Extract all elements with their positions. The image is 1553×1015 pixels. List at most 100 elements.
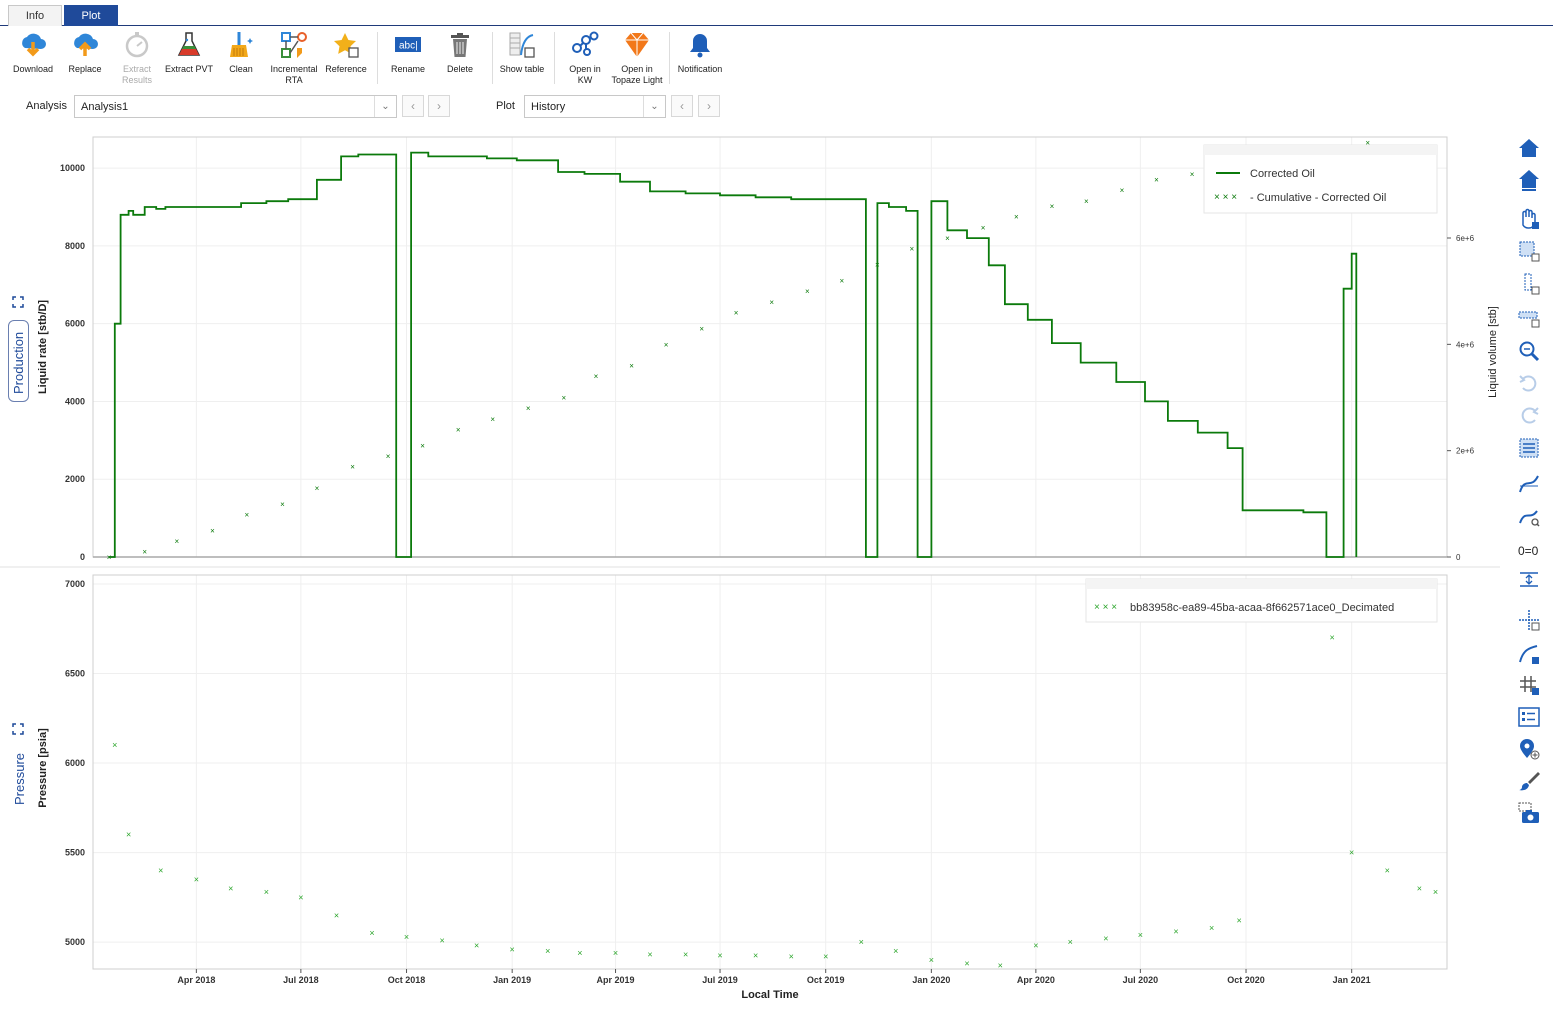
cumulative-point: ×	[456, 425, 461, 434]
show-table-button[interactable]: Show table	[492, 28, 552, 88]
bell-icon	[685, 30, 715, 60]
pressure-point: ×	[964, 959, 969, 969]
rename-button[interactable]: abc| Rename	[378, 28, 438, 88]
stopwatch-icon	[122, 30, 152, 60]
magnifier-icon	[1519, 341, 1540, 362]
analysis-prev-button[interactable]: ‹	[402, 95, 424, 117]
align-axes-button[interactable]	[1515, 566, 1543, 594]
extract-results-button[interactable]: Extract Results	[107, 28, 167, 88]
select-rows-icon	[1519, 438, 1539, 458]
gem-icon	[622, 30, 652, 60]
cumulative-oil-series: ×××××××××××××××××××××××××××××××××××××	[107, 138, 1371, 562]
open-in-kw-button[interactable]: Open in KW	[555, 28, 615, 88]
pressure-point: ×	[859, 937, 864, 947]
pressure-y-tick-label: 6500	[65, 669, 85, 679]
x-tick-label: Jul 2019	[702, 975, 738, 985]
production-y-axis-label: Liquid rate [stb/D]	[37, 300, 49, 394]
x-zoom-button[interactable]	[1515, 303, 1543, 331]
replace-button[interactable]: Replace	[55, 28, 115, 88]
pressure-point: ×	[510, 944, 515, 954]
cumulative-point: ×	[1190, 170, 1195, 179]
curve-search-button[interactable]	[1515, 503, 1543, 531]
undo-button[interactable]	[1515, 369, 1543, 397]
chevron-down-icon[interactable]: ⌄	[374, 96, 396, 117]
cumulative-point: ×	[805, 287, 810, 296]
star-icon	[331, 30, 361, 60]
pressure-y-tick-label: 5500	[65, 848, 85, 858]
tab-info[interactable]: Info	[8, 5, 62, 26]
chevron-left-icon: ‹	[680, 99, 684, 113]
x-tick-label: Jan 2019	[493, 975, 531, 985]
rename-icon: abc|	[393, 30, 423, 60]
pressure-point: ×	[613, 948, 618, 958]
cumulative-point: ×	[142, 548, 147, 557]
cumulative-point: ×	[1014, 213, 1019, 222]
x-axis-label: Local Time	[741, 989, 798, 1001]
pressure-point: ×	[1237, 916, 1242, 926]
redo-icon	[1521, 407, 1539, 424]
analysis-value: Analysis1	[81, 100, 129, 113]
home-all-button[interactable]	[1515, 166, 1543, 194]
box-zoom-button[interactable]	[1515, 237, 1543, 265]
snapshot-button[interactable]	[1515, 799, 1543, 827]
notification-button[interactable]: Notification	[670, 28, 730, 88]
plot-combobox[interactable]: History ⌄	[524, 95, 666, 118]
analysis-label: Analysis	[26, 100, 67, 112]
cumulative-point: ×	[526, 404, 531, 413]
production-y2-tick-label: 0	[1456, 553, 1461, 562]
style-brush-button[interactable]	[1515, 767, 1543, 795]
x-tick-label: Jan 2020	[912, 975, 950, 985]
reset-offset-button[interactable]: 0=0	[1515, 536, 1543, 564]
y-zoom-button[interactable]	[1515, 270, 1543, 298]
chevron-right-icon: ›	[707, 99, 711, 113]
extract-pvt-button[interactable]: Extract PVT	[159, 28, 219, 88]
production-y2-ticks: 0 2e+6 4e+6 6e+6	[1447, 234, 1475, 562]
molecule-icon	[570, 30, 600, 60]
undo-icon	[1519, 375, 1537, 392]
x-tick-label: Oct 2020	[1227, 975, 1265, 985]
curve-tool-button[interactable]	[1515, 470, 1543, 498]
flask-icon	[174, 30, 204, 60]
production-y-tick-label: 10000	[60, 163, 85, 173]
tab-plot[interactable]: Plot	[64, 5, 118, 26]
cumulative-point: ×	[839, 277, 844, 286]
legend-toggle-button[interactable]	[1515, 703, 1543, 731]
open-in-topaze-button[interactable]: Open in Topaze Light	[607, 28, 667, 88]
chevron-down-icon[interactable]: ⌄	[643, 96, 665, 117]
x-tick-label: Apr 2018	[177, 975, 215, 985]
zoom-button[interactable]	[1515, 337, 1543, 365]
reference-button[interactable]: Reference	[316, 28, 376, 88]
plot-label: Plot	[496, 100, 515, 112]
pan-button[interactable]	[1515, 205, 1543, 233]
plot-prev-button[interactable]: ‹	[671, 95, 693, 117]
locate-button[interactable]	[1515, 735, 1543, 763]
cumulative-point: ×	[1120, 186, 1125, 195]
pressure-point: ×	[369, 928, 374, 938]
analysis-combobox[interactable]: Analysis1 ⌄	[74, 95, 397, 118]
select-data-button[interactable]	[1515, 434, 1543, 462]
analysis-next-button[interactable]: ›	[428, 95, 450, 117]
crosshair-button[interactable]	[1515, 606, 1543, 634]
clean-button[interactable]: Clean	[211, 28, 271, 88]
home-view-button[interactable]	[1515, 134, 1543, 162]
time-x-ticks: Apr 2018 Jul 2018 Oct 2018 Jan 2019 Apr 2019…	[177, 969, 1371, 985]
delete-button[interactable]: Delete	[430, 28, 490, 88]
production-y-ticks: 0 2000 4000 6000 8000 10000	[60, 163, 85, 562]
fit-line-button[interactable]	[1515, 640, 1543, 668]
production-y2-axis-label: Liquid volume [stb]	[1487, 306, 1499, 398]
pressure-legend[interactable]: × × × bb83958c-ea89-45ba-acaa-8f662571ac…	[1085, 578, 1438, 623]
camera-icon	[1518, 802, 1539, 823]
pressure-point: ×	[126, 830, 131, 840]
plot-next-button[interactable]: ›	[698, 95, 720, 117]
download-button[interactable]: Download	[3, 28, 63, 88]
pressure-y-tick-label: 6000	[65, 758, 85, 768]
table-chart-icon	[507, 30, 537, 60]
incremental-rta-button[interactable]: Incremental RTA	[264, 28, 324, 88]
cumulative-point: ×	[315, 484, 320, 493]
cumulative-point: ×	[629, 362, 634, 371]
production-legend[interactable]: Corrected Oil × × × - Cumulative - Corre…	[1203, 144, 1438, 214]
history-chart[interactable]: 0 2000 4000 6000 8000 10000 0 2e+6 4e+6 6e+6 500…	[0, 130, 1500, 1010]
legend-cumulative-oil: - Cumulative - Corrected Oil	[1250, 192, 1386, 204]
redo-button[interactable]	[1515, 401, 1543, 429]
grid-toggle-button[interactable]	[1515, 671, 1543, 699]
